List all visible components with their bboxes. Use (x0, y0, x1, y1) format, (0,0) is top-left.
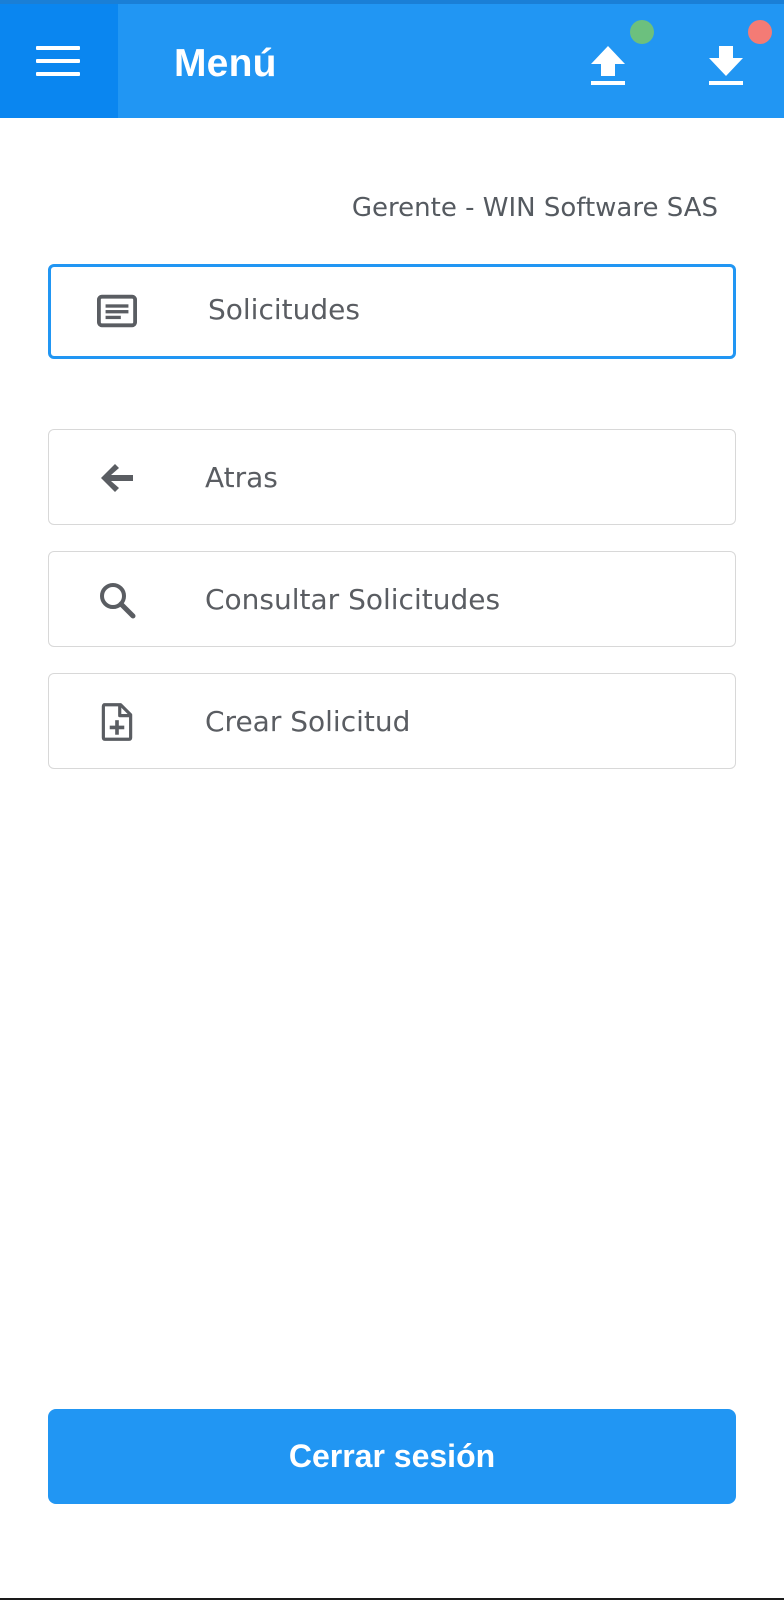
hamburger-menu-icon (36, 46, 80, 76)
menu-item-label: Consultar Solicitudes (205, 583, 501, 616)
logout-button[interactable]: Cerrar sesión (48, 1409, 736, 1504)
menu-item-label: Atras (205, 461, 278, 494)
download-status-dot (748, 20, 772, 44)
menu-button[interactable] (0, 4, 118, 118)
menu-section-solicitudes[interactable]: Solicitudes (48, 264, 736, 359)
arrow-left-icon (101, 464, 133, 492)
upload-status-dot (630, 20, 654, 44)
user-role-label: Gerente - WIN Software SAS (351, 193, 718, 223)
page-title: Menú (174, 42, 277, 85)
menu-item-crear-solicitud[interactable]: Crear Solicitud (48, 673, 736, 769)
file-add-icon (101, 703, 133, 741)
app-bar: Menú (0, 0, 784, 118)
download-button[interactable] (694, 32, 758, 96)
notes-icon (97, 294, 137, 328)
download-icon (709, 46, 743, 85)
menu-item-atras[interactable]: Atras (48, 429, 736, 525)
upload-button[interactable] (576, 32, 640, 96)
menu-item-label: Crear Solicitud (205, 705, 411, 738)
search-icon (100, 583, 136, 619)
upload-icon (591, 46, 625, 85)
menu-item-consultar-solicitudes[interactable]: Consultar Solicitudes (48, 551, 736, 647)
menu-section-label: Solicitudes (208, 293, 360, 326)
